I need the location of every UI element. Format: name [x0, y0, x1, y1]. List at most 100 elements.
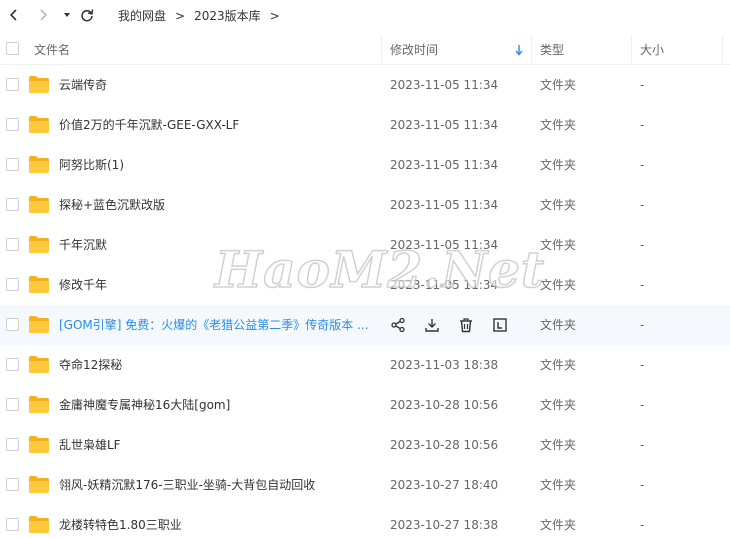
file-modified-time: 2023-11-03 18:38: [390, 358, 499, 372]
column-header-type[interactable]: 类型: [540, 33, 564, 65]
file-type: 文件夹: [540, 518, 577, 532]
file-modified-time: 2023-10-28 10:56: [390, 398, 499, 412]
folder-icon: [29, 476, 49, 493]
file-modified-time: 2023-11-05 11:34: [390, 158, 499, 172]
column-header-modified[interactable]: 修改时间: [390, 33, 438, 65]
file-row[interactable]: 翎风-妖精沉默176-三职业-坐骑-大背包自动回收 2023-10-27 18:…: [0, 465, 730, 505]
file-name[interactable]: 阿努比斯(1): [59, 145, 124, 185]
file-type: 文件夹: [540, 318, 577, 332]
file-name[interactable]: 翎风-妖精沉默176-三职业-坐骑-大背包自动回收: [59, 465, 315, 505]
delete-button[interactable]: [456, 315, 476, 335]
file-name[interactable]: 金庸神魔专属神秘16大陆[gom]: [59, 385, 230, 425]
file-modified-time: 2023-10-27 18:40: [390, 478, 499, 492]
row-checkbox[interactable]: [6, 438, 19, 451]
folder-icon: [29, 436, 49, 453]
row-checkbox[interactable]: [6, 78, 19, 91]
file-modified-time: 2023-11-05 11:34: [390, 118, 499, 132]
file-name[interactable]: 千年沉默: [59, 225, 107, 265]
more-button[interactable]: [490, 315, 510, 335]
folder-icon: [29, 76, 49, 93]
breadcrumb: 我的网盘 > 2023版本库 >: [118, 7, 289, 24]
row-checkbox[interactable]: [6, 238, 19, 251]
file-type: 文件夹: [540, 198, 577, 212]
row-action-toolbar: [388, 315, 510, 335]
file-row[interactable]: 阿努比斯(1) 2023-11-05 11:34 文件夹 -: [0, 145, 730, 185]
file-type: 文件夹: [540, 478, 577, 492]
file-size: -: [640, 158, 645, 172]
top-nav-bar: 我的网盘 > 2023版本库 >: [0, 0, 730, 32]
column-header-name[interactable]: 文件名: [34, 33, 70, 65]
file-name[interactable]: [GOM引擎] 免费：火爆的《老猎公益第二季》传奇版本 ...: [59, 305, 371, 345]
file-type: 文件夹: [540, 158, 577, 172]
file-size: -: [640, 118, 645, 132]
folder-icon: [29, 516, 49, 533]
select-all-checkbox[interactable]: [6, 42, 19, 55]
row-checkbox[interactable]: [6, 318, 19, 331]
file-row[interactable]: 夺命12探秘 2023-11-03 18:38 文件夹 -: [0, 345, 730, 385]
row-checkbox[interactable]: [6, 118, 19, 131]
breadcrumb-item-current[interactable]: 2023版本库: [194, 7, 261, 24]
row-checkbox[interactable]: [6, 278, 19, 291]
folder-icon: [29, 316, 49, 333]
row-checkbox[interactable]: [6, 358, 19, 371]
file-name[interactable]: 龙楼转特色1.80三职业: [59, 505, 182, 539]
file-size: -: [640, 438, 645, 452]
share-icon: [391, 317, 405, 333]
download-icon: [425, 319, 439, 332]
sort-descending-icon[interactable]: [514, 44, 524, 56]
file-modified-time: 2023-11-05 11:34: [390, 78, 499, 92]
download-button[interactable]: [422, 315, 442, 335]
file-size: -: [640, 398, 645, 412]
file-row[interactable]: 修改千年 2023-11-05 11:34 文件夹 -: [0, 265, 730, 305]
file-name[interactable]: 修改千年: [59, 265, 107, 305]
file-row[interactable]: 价值2万的千年沉默-GEE-GXX-LF 2023-11-05 11:34 文件…: [0, 105, 730, 145]
file-name[interactable]: 价值2万的千年沉默-GEE-GXX-LF: [59, 105, 239, 145]
chevron-left-icon: [9, 9, 17, 21]
file-type: 文件夹: [540, 78, 577, 92]
file-row[interactable]: 龙楼转特色1.80三职业 2023-10-27 18:38 文件夹 -: [0, 505, 730, 539]
file-name[interactable]: 乱世枭雄LF: [59, 425, 121, 465]
folder-icon: [29, 156, 49, 173]
folder-icon: [29, 116, 49, 133]
file-name[interactable]: 云端传奇: [59, 65, 107, 105]
breadcrumb-item-root[interactable]: 我的网盘: [118, 7, 166, 24]
file-row-hovered[interactable]: [GOM引擎] 免费：火爆的《老猎公益第二季》传奇版本 ... 文件夹 -: [0, 305, 730, 345]
row-checkbox[interactable]: [6, 518, 19, 531]
column-header-size[interactable]: 大小: [640, 33, 664, 65]
file-type: 文件夹: [540, 278, 577, 292]
row-checkbox[interactable]: [6, 478, 19, 491]
file-type: 文件夹: [540, 238, 577, 252]
row-checkbox[interactable]: [6, 398, 19, 411]
file-size: -: [640, 318, 645, 332]
file-size: -: [640, 278, 645, 292]
refresh-button[interactable]: [77, 5, 97, 25]
back-button[interactable]: [4, 5, 24, 25]
file-size: -: [640, 238, 645, 252]
forward-button[interactable]: [33, 5, 53, 25]
share-button[interactable]: [388, 315, 408, 335]
breadcrumb-separator: >: [269, 8, 280, 23]
file-row[interactable]: 乱世枭雄LF 2023-10-28 10:56 文件夹 -: [0, 425, 730, 465]
column-divider[interactable]: [631, 35, 632, 63]
file-type: 文件夹: [540, 398, 577, 412]
file-row[interactable]: 千年沉默 2023-11-05 11:34 文件夹 -: [0, 225, 730, 265]
refresh-icon: [81, 9, 94, 22]
file-modified-time: 2023-10-27 18:38: [390, 518, 499, 532]
row-checkbox[interactable]: [6, 158, 19, 171]
file-type: 文件夹: [540, 118, 577, 132]
file-modified-time: 2023-11-05 11:34: [390, 198, 499, 212]
file-row[interactable]: 金庸神魔专属神秘16大陆[gom] 2023-10-28 10:56 文件夹 -: [0, 385, 730, 425]
file-size: -: [640, 198, 645, 212]
file-row[interactable]: 探秘+蓝色沉默改版 2023-11-05 11:34 文件夹 -: [0, 185, 730, 225]
column-divider[interactable]: [722, 35, 723, 63]
file-name[interactable]: 夺命12探秘: [59, 345, 122, 385]
column-divider[interactable]: [381, 35, 382, 63]
folder-icon: [29, 236, 49, 253]
file-type: 文件夹: [540, 358, 577, 372]
history-dropdown-button[interactable]: [57, 5, 77, 25]
column-divider[interactable]: [531, 35, 532, 63]
text-box-icon: [493, 318, 507, 332]
row-checkbox[interactable]: [6, 198, 19, 211]
file-row[interactable]: 云端传奇 2023-11-05 11:34 文件夹 -: [0, 65, 730, 105]
file-name[interactable]: 探秘+蓝色沉默改版: [59, 185, 165, 225]
